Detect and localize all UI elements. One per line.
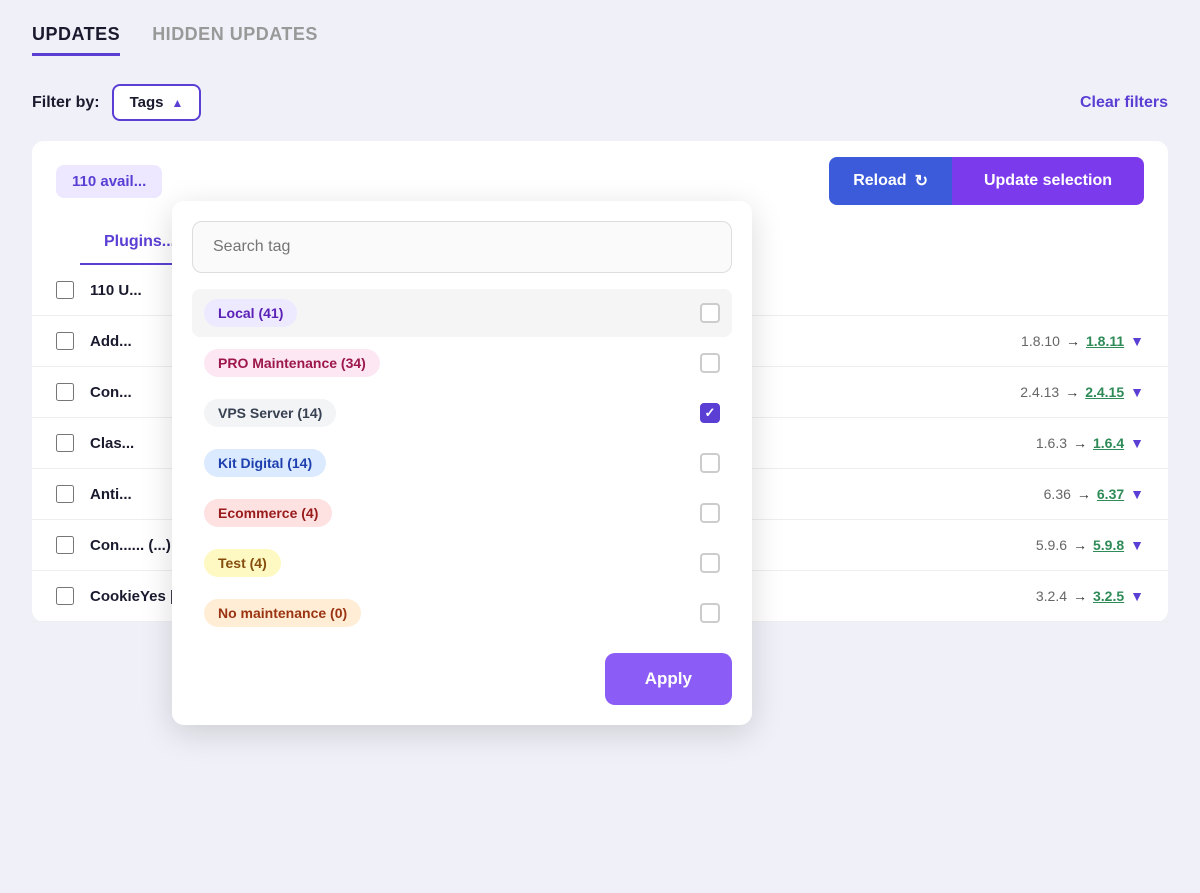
action-buttons: Reload ↻ Update selection [829, 157, 1144, 205]
version-info-5: 6.36 → 6.37 ▼ [1044, 486, 1144, 502]
tag-badge-ecommerce: Ecommerce (4) [204, 499, 332, 527]
tag-checkbox-local[interactable] [700, 303, 720, 323]
tag-badge-test: Test (4) [204, 549, 281, 577]
apply-button[interactable]: Apply [605, 653, 732, 705]
tag-item-kit-digital[interactable]: Kit Digital (14) [192, 439, 732, 487]
version-to-5: 6.37 [1097, 486, 1124, 502]
tag-list: Local (41) PRO Maintenance (34) VPS Serv… [192, 289, 732, 637]
version-info-4: 1.6.3 → 1.6.4 ▼ [1036, 435, 1144, 451]
reload-label: Reload [853, 172, 906, 190]
dropdown-arrow-2[interactable]: ▼ [1130, 333, 1144, 349]
arrow-icon-2: → [1066, 333, 1080, 349]
main-content: 110 avail... Reload ↻ Update selection P… [32, 141, 1168, 622]
version-from-7: 3.2.4 [1036, 588, 1067, 604]
tab-hidden-updates[interactable]: HIDDEN UPDATES [152, 24, 318, 56]
dropdown-arrow-7[interactable]: ▼ [1130, 588, 1144, 604]
tab-updates[interactable]: UPDATES [32, 24, 120, 56]
version-to-4: 1.6.4 [1093, 435, 1124, 451]
tag-item-no-maintenance[interactable]: No maintenance (0) [192, 589, 732, 637]
row-checkbox-2[interactable] [56, 332, 74, 350]
tags-button-label: Tags [130, 94, 164, 111]
available-count: 110 avail... [56, 165, 162, 198]
row-checkbox-4[interactable] [56, 434, 74, 452]
dropdown-arrow-4[interactable]: ▼ [1130, 435, 1144, 451]
tag-item-vps-server[interactable]: VPS Server (14) [192, 389, 732, 437]
version-to-3: 2.4.15 [1085, 384, 1124, 400]
version-from-4: 1.6.3 [1036, 435, 1067, 451]
version-to-7: 3.2.5 [1093, 588, 1124, 604]
tag-badge-no-maintenance: No maintenance (0) [204, 599, 361, 627]
arrow-icon-6: → [1073, 537, 1087, 553]
tag-checkbox-pro-maintenance[interactable] [700, 353, 720, 373]
version-to-2: 1.8.11 [1086, 333, 1124, 349]
dropdown-arrow-6[interactable]: ▼ [1130, 537, 1144, 553]
version-to-6: 5.9.8 [1093, 537, 1124, 553]
tag-item-test[interactable]: Test (4) [192, 539, 732, 587]
tag-checkbox-no-maintenance[interactable] [700, 603, 720, 623]
dropdown-arrow-5[interactable]: ▼ [1130, 486, 1144, 502]
arrow-icon-7: → [1073, 588, 1087, 604]
row-checkbox-1[interactable] [56, 281, 74, 299]
reload-button[interactable]: Reload ↻ [829, 157, 952, 205]
row-checkbox-7[interactable] [56, 587, 74, 605]
tag-badge-pro-maintenance: PRO Maintenance (34) [204, 349, 380, 377]
chevron-up-icon: ▲ [171, 96, 183, 110]
arrow-icon-5: → [1077, 486, 1091, 502]
version-info-7: 3.2.4 → 3.2.5 ▼ [1036, 588, 1144, 604]
version-from-5: 6.36 [1044, 486, 1071, 502]
tag-item-pro-maintenance[interactable]: PRO Maintenance (34) [192, 339, 732, 387]
tag-checkbox-ecommerce[interactable] [700, 503, 720, 523]
dropdown-arrow-3[interactable]: ▼ [1130, 384, 1144, 400]
tag-badge-vps-server: VPS Server (14) [204, 399, 336, 427]
arrow-icon-3: → [1065, 384, 1079, 400]
search-input-wrap [192, 221, 732, 273]
filter-left: Filter by: Tags ▲ [32, 84, 201, 121]
version-from-2: 1.8.10 [1021, 333, 1060, 349]
version-info-2: 1.8.10 → 1.8.11 ▼ [1021, 333, 1144, 349]
row-checkbox-6[interactable] [56, 536, 74, 554]
tag-checkbox-vps-server[interactable] [700, 403, 720, 423]
version-from-6: 5.9.6 [1036, 537, 1067, 553]
arrow-icon-4: → [1073, 435, 1087, 451]
version-info-6: 5.9.6 → 5.9.8 ▼ [1036, 537, 1144, 553]
tag-badge-kit-digital: Kit Digital (14) [204, 449, 326, 477]
tag-item-ecommerce[interactable]: Ecommerce (4) [192, 489, 732, 537]
tag-item-local[interactable]: Local (41) [192, 289, 732, 337]
version-info-3: 2.4.13 → 2.4.15 ▼ [1020, 384, 1144, 400]
reload-icon: ↻ [915, 171, 928, 191]
tag-checkbox-kit-digital[interactable] [700, 453, 720, 473]
tag-checkbox-test[interactable] [700, 553, 720, 573]
version-from-3: 2.4.13 [1020, 384, 1059, 400]
apply-row: Apply [192, 653, 732, 705]
tags-dropdown: Local (41) PRO Maintenance (34) VPS Serv… [172, 201, 752, 725]
row-checkbox-3[interactable] [56, 383, 74, 401]
update-selection-button[interactable]: Update selection [952, 157, 1144, 205]
clear-filters-button[interactable]: Clear filters [1080, 94, 1168, 112]
tabs-bar: UPDATES HIDDEN UPDATES [32, 24, 1168, 56]
search-tag-input[interactable] [192, 221, 732, 273]
tag-badge-local: Local (41) [204, 299, 297, 327]
filter-label: Filter by: [32, 94, 100, 112]
filter-bar: Filter by: Tags ▲ Clear filters [32, 84, 1168, 121]
tags-dropdown-button[interactable]: Tags ▲ [112, 84, 202, 121]
row-checkbox-5[interactable] [56, 485, 74, 503]
plugins-label: Plugins... [104, 233, 175, 250]
